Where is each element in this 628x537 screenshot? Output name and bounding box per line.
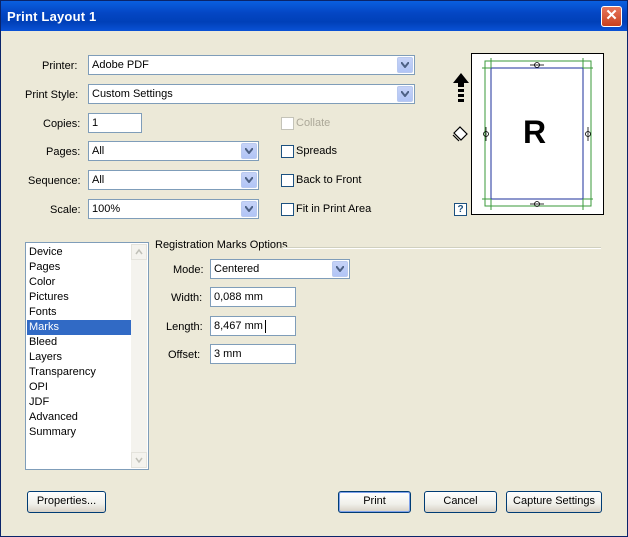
- printer-label: Printer:: [42, 60, 78, 72]
- mode-label: Mode:: [173, 264, 204, 276]
- scroll-up-button[interactable]: [131, 244, 147, 260]
- print-style-label: Print Style:: [25, 89, 79, 101]
- copies-value: 1: [92, 117, 99, 129]
- mode-value: Centered: [214, 263, 260, 275]
- pages-value: All: [92, 145, 105, 157]
- group-divider: [283, 247, 601, 249]
- close-button[interactable]: ✕: [601, 6, 622, 27]
- list-scrollbar[interactable]: [131, 244, 147, 468]
- chevron-up-icon: [135, 248, 143, 255]
- sequence-value: All: [92, 174, 105, 186]
- rotate-page-icon[interactable]: [451, 125, 469, 143]
- width-value: 0,088 mm: [214, 291, 263, 303]
- printer-select[interactable]: Adobe PDF: [88, 55, 415, 75]
- page-preview: R: [471, 53, 604, 215]
- title-bar[interactable]: Print Layout 1 ✕: [1, 1, 627, 31]
- list-item-pictures[interactable]: Pictures: [27, 290, 131, 305]
- window-title: Print Layout 1: [7, 9, 97, 24]
- fit-in-print-area-checkbox[interactable]: [281, 203, 294, 216]
- list-item-advanced[interactable]: Advanced: [27, 410, 131, 425]
- close-icon: ✕: [605, 7, 618, 24]
- mode-select[interactable]: Centered: [210, 259, 350, 279]
- print-layout-dialog: Print Layout 1 ✕ Printer: Adobe PDF Prin…: [0, 0, 628, 537]
- list-item-layers[interactable]: Layers: [27, 350, 131, 365]
- list-item-summary[interactable]: Summary: [27, 425, 131, 440]
- list-item-pages[interactable]: Pages: [27, 260, 131, 275]
- width-input[interactable]: 0,088 mm: [210, 287, 296, 307]
- copies-input[interactable]: 1: [88, 113, 142, 133]
- panel-list[interactable]: Device Pages Color Pictures Fonts Marks Bleed L…: [25, 242, 149, 470]
- cancel-button[interactable]: Cancel: [424, 491, 497, 513]
- list-item-bleed[interactable]: Bleed: [27, 335, 131, 350]
- list-item-opi[interactable]: OPI: [27, 380, 131, 395]
- scale-select[interactable]: 100%: [88, 199, 259, 219]
- collate-label: Collate: [296, 117, 331, 129]
- registration-group-title: Registration Marks Options: [155, 239, 288, 251]
- spreads-label: Spreads: [296, 145, 337, 157]
- capture-settings-button[interactable]: Capture Settings: [506, 491, 602, 513]
- offset-input[interactable]: 3 mm: [210, 344, 296, 364]
- feed-direction-arrow-icon: [453, 73, 469, 102]
- length-value: 8,467 mm: [214, 320, 263, 332]
- sequence-select[interactable]: All: [88, 170, 259, 190]
- chevron-down-icon: [135, 457, 143, 464]
- offset-label: Offset:: [168, 349, 201, 361]
- spreads-checkbox[interactable]: [281, 145, 294, 158]
- back-to-front-checkbox[interactable]: [281, 174, 294, 187]
- list-item-jdf[interactable]: JDF: [27, 395, 131, 410]
- scale-value: 100%: [92, 203, 121, 215]
- list-item-device[interactable]: Device: [27, 245, 131, 260]
- print-style-select[interactable]: Custom Settings: [88, 84, 415, 104]
- chevron-down-icon[interactable]: [241, 172, 257, 188]
- print-style-value: Custom Settings: [92, 88, 173, 100]
- chevron-down-icon[interactable]: [241, 143, 257, 159]
- length-label: Length:: [166, 321, 203, 333]
- list-item-color[interactable]: Color: [27, 275, 131, 290]
- help-icon[interactable]: ?: [454, 203, 467, 216]
- print-button[interactable]: Print: [338, 491, 411, 513]
- list-item-marks[interactable]: Marks: [27, 320, 131, 335]
- list-item-transparency[interactable]: Transparency: [27, 365, 131, 380]
- pages-select[interactable]: All: [88, 141, 259, 161]
- chevron-down-icon[interactable]: [332, 261, 348, 277]
- fit-in-print-area-label: Fit in Print Area: [296, 203, 372, 215]
- chevron-down-icon[interactable]: [241, 201, 257, 217]
- list-item-fonts[interactable]: Fonts: [27, 305, 131, 320]
- width-label: Width:: [171, 292, 203, 304]
- chevron-down-icon[interactable]: [397, 57, 413, 73]
- properties-button[interactable]: Properties...: [27, 491, 106, 513]
- pages-label: Pages:: [46, 146, 81, 158]
- copies-label: Copies:: [43, 118, 81, 130]
- text-cursor: [265, 320, 266, 333]
- printer-value: Adobe PDF: [92, 59, 149, 71]
- length-input[interactable]: 8,467 mm: [210, 316, 296, 336]
- chevron-down-icon[interactable]: [397, 86, 413, 102]
- offset-value: 3 mm: [214, 348, 242, 360]
- preview-letter: R: [523, 114, 547, 150]
- collate-checkbox[interactable]: [281, 117, 294, 130]
- back-to-front-label: Back to Front: [296, 174, 362, 186]
- scale-label: Scale:: [50, 204, 81, 216]
- scroll-down-button[interactable]: [131, 452, 147, 468]
- sequence-label: Sequence:: [28, 175, 81, 187]
